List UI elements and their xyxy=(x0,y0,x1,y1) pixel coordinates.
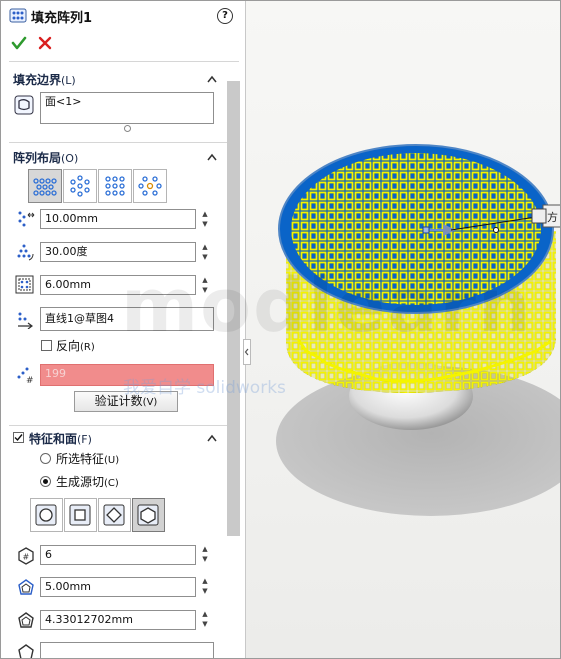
panel-splitter-handle[interactable] xyxy=(243,339,251,365)
spacing-spinner[interactable]: ▲ ▼ xyxy=(200,209,210,231)
layout-perforation-button[interactable] xyxy=(28,169,62,203)
svg-text:#: # xyxy=(26,376,34,385)
create-seed-cut-text: 生成源切 xyxy=(56,475,105,489)
direction-value: 直线1@草图4 xyxy=(45,312,114,325)
sides-count-icon: # xyxy=(18,547,34,565)
fill-boundary-title: 填充边界 xyxy=(13,73,62,87)
fill-boundary-key: (L) xyxy=(61,74,76,87)
pattern-layout-title: 阵列布局 xyxy=(13,151,62,165)
angle-field[interactable]: 30.00度 xyxy=(40,242,196,262)
collapse-up-icon[interactable] xyxy=(207,433,217,443)
create-seed-cut-key: (C) xyxy=(104,478,119,489)
features-faces-title: 特征和面 xyxy=(29,432,78,446)
selected-features-label: 所选特征(U) xyxy=(56,450,119,467)
instance-count-icon: # xyxy=(17,367,34,385)
face-select-icon xyxy=(14,95,34,115)
model-render: 方 xyxy=(276,144,560,516)
layout-circular-button[interactable] xyxy=(63,169,97,203)
seed-polygon-button[interactable] xyxy=(132,498,165,532)
feature-title: 填充阵列1 xyxy=(31,11,93,26)
layout-square-button[interactable] xyxy=(98,169,132,203)
angle-spinner[interactable]: ▲ ▼ xyxy=(200,242,210,264)
instance-count-value: 199 xyxy=(45,367,66,380)
polygon-layout-icon xyxy=(138,176,162,196)
diameter-field[interactable]: 5.00mm xyxy=(40,577,196,597)
panel-scrollbar[interactable] xyxy=(227,81,240,536)
instance-count-field: 199 xyxy=(40,364,214,386)
spacing-value: 10.00mm xyxy=(45,212,98,225)
verify-count-key: (V) xyxy=(142,397,158,408)
diameter-value: 5.00mm xyxy=(45,580,91,593)
chevron-left-icon xyxy=(244,348,249,356)
collapse-up-icon[interactable] xyxy=(207,152,217,162)
window: 填充阵列1 ? 填充边界(L) 面<1> 阵列布局(O) 10.00mm ▲ ▼… xyxy=(0,0,561,659)
stagger-angle-icon xyxy=(17,244,34,261)
pattern-layout-key: (O) xyxy=(61,152,79,165)
margin-field[interactable]: 6.00mm xyxy=(40,275,196,295)
verify-count-button[interactable]: 验证计数(V) xyxy=(74,391,178,412)
angle-value: 30.00度 xyxy=(45,245,88,258)
direction-field[interactable]: 直线1@草图4 xyxy=(40,307,214,331)
svg-text:#: # xyxy=(23,553,30,562)
sides-field[interactable]: 6 xyxy=(40,545,196,565)
features-faces-header[interactable]: 特征和面(F) xyxy=(29,430,92,447)
selected-features-text: 所选特征 xyxy=(56,452,105,466)
create-seed-cut-radio[interactable] xyxy=(40,476,51,487)
circular-layout-icon xyxy=(70,175,90,197)
seed-rotation-field[interactable] xyxy=(40,642,214,658)
fill-pattern-icon xyxy=(9,8,27,23)
square-layout-icon xyxy=(105,176,125,196)
margin-spinner[interactable]: ▲ ▼ xyxy=(200,275,210,297)
resize-grip-icon[interactable] xyxy=(124,125,131,132)
perforation-layout-icon xyxy=(33,178,57,196)
fill-boundary-header[interactable]: 填充边界(L) xyxy=(13,71,76,88)
seed-point xyxy=(422,226,430,234)
polygon-diameter-icon xyxy=(18,579,34,595)
seed-circle-button[interactable] xyxy=(30,498,63,532)
diamond-seed-icon xyxy=(103,504,125,526)
callout-handle xyxy=(531,208,547,224)
layout-polygon-button[interactable] xyxy=(133,169,167,203)
reverse-key: (R) xyxy=(80,342,95,353)
graphics-viewport[interactable]: 方 xyxy=(246,1,560,658)
selected-features-radio[interactable] xyxy=(40,453,51,464)
seed-diamond-button[interactable] xyxy=(98,498,131,532)
reverse-checkbox[interactable] xyxy=(41,340,52,351)
pattern-layout-header[interactable]: 阵列布局(O) xyxy=(13,149,78,166)
vertex-distance-icon xyxy=(18,612,34,628)
square-seed-icon xyxy=(69,504,91,526)
vertex-distance-field[interactable]: 4.33012702mm xyxy=(40,610,196,630)
circle-seed-icon xyxy=(35,504,57,526)
create-seed-cut-label: 生成源切(C) xyxy=(56,473,119,490)
rotation-icon xyxy=(18,644,34,658)
direction-icon xyxy=(18,312,33,329)
spacing-field[interactable]: 10.00mm xyxy=(40,209,196,229)
sides-spinner[interactable]: ▲ ▼ xyxy=(200,544,210,566)
help-icon[interactable]: ? xyxy=(217,8,233,24)
reverse-text: 反向 xyxy=(56,339,81,353)
x-icon[interactable] xyxy=(38,36,52,50)
polygon-seed-icon xyxy=(137,504,159,526)
spacing-icon xyxy=(18,211,35,227)
selected-features-key: (U) xyxy=(104,455,120,466)
fill-boundary-field[interactable]: 面<1> xyxy=(40,92,214,124)
sketch-point xyxy=(493,227,499,233)
margin-icon xyxy=(15,275,34,294)
callout-text: 方 xyxy=(547,210,558,224)
features-faces-checkbox[interactable] xyxy=(13,432,24,443)
vertex-distance-value: 4.33012702mm xyxy=(45,613,133,626)
margin-value: 6.00mm xyxy=(45,278,91,291)
fill-boundary-value: 面<1> xyxy=(45,95,82,108)
seed-square-button[interactable] xyxy=(64,498,97,532)
check-icon[interactable] xyxy=(11,35,27,51)
checkmark-icon xyxy=(14,434,23,442)
verify-count-label: 验证计数 xyxy=(94,394,143,408)
diameter-spinner[interactable]: ▲ ▼ xyxy=(200,576,210,598)
property-manager-panel: 填充阵列1 ? 填充边界(L) 面<1> 阵列布局(O) 10.00mm ▲ ▼… xyxy=(1,1,246,658)
reverse-label: 反向(R) xyxy=(56,337,95,354)
collapse-up-icon[interactable] xyxy=(207,74,217,84)
vertex-distance-spinner[interactable]: ▲ ▼ xyxy=(200,609,210,631)
features-faces-key: (F) xyxy=(77,433,92,446)
sides-value: 6 xyxy=(45,548,52,561)
